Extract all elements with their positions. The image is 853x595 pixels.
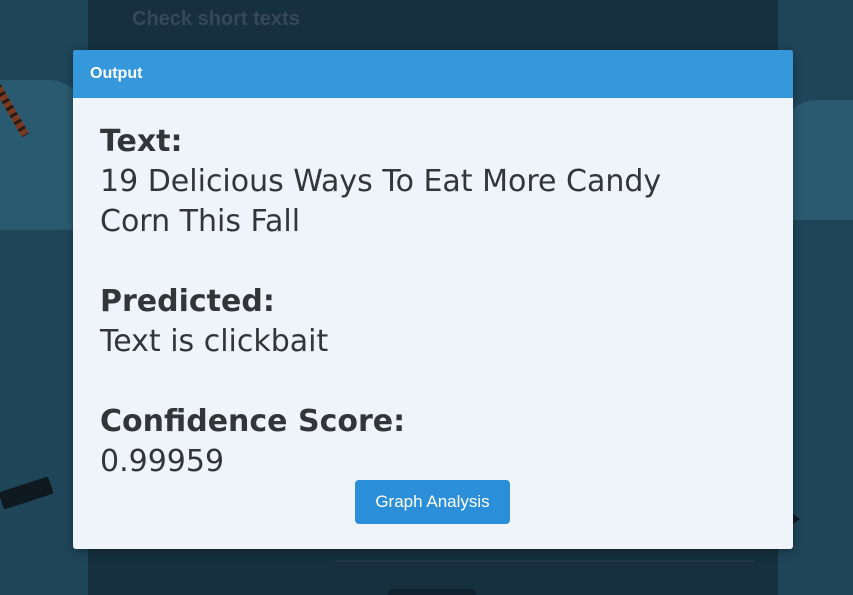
predicted-field: Predicted: Text is clickbait: [100, 282, 766, 362]
text-value: 19 Delicious Ways To Eat More Candy Corn…: [100, 164, 662, 239]
output-modal: Output Text: 19 Delicious Ways To Eat Mo…: [73, 50, 793, 549]
confidence-field: Confidence Score: 0.99959: [100, 402, 766, 482]
background-input-line: [335, 560, 755, 562]
app-screen: Check short texts Output Text: 19 Delici…: [0, 0, 853, 595]
confidence-value: 0.99959: [100, 444, 225, 479]
background-submit-button: [388, 589, 476, 595]
modal-title: Output: [90, 65, 143, 82]
modal-body: Text: 19 Delicious Ways To Eat More Cand…: [73, 98, 793, 524]
background-page-title: Check short texts: [132, 8, 300, 30]
predicted-value: Text is clickbait: [100, 324, 329, 359]
confidence-label: Confidence Score:: [100, 404, 406, 439]
predicted-label: Predicted:: [100, 284, 275, 319]
graph-analysis-button[interactable]: Graph Analysis: [355, 480, 510, 524]
text-field: Text: 19 Delicious Ways To Eat More Cand…: [100, 122, 766, 242]
text-label: Text:: [100, 124, 183, 159]
modal-header: Output: [73, 50, 793, 98]
